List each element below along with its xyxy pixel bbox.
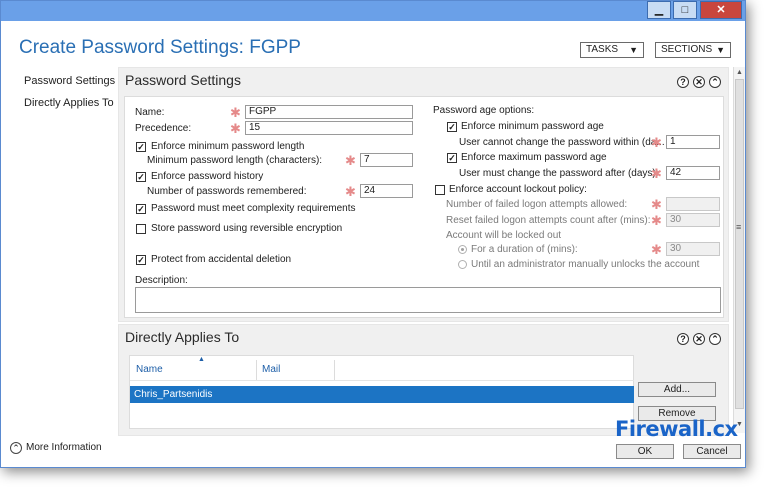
enforce-min-length-checkbox[interactable]: ✓ bbox=[136, 142, 146, 152]
chevron-down-icon: ▼ bbox=[716, 45, 725, 55]
required-icon: ✱ bbox=[345, 153, 356, 168]
column-divider bbox=[334, 360, 335, 380]
sidebar-item-password-settings[interactable]: Password Settings bbox=[24, 75, 115, 87]
close-icon: ✕ bbox=[716, 4, 726, 16]
header-divider bbox=[130, 380, 634, 381]
failed-attempts-field[interactable] bbox=[666, 197, 720, 211]
required-icon: ✱ bbox=[651, 166, 662, 181]
precedence-label: Precedence: bbox=[135, 123, 192, 134]
enforce-min-age-checkbox[interactable]: ✓ bbox=[447, 122, 457, 132]
complexity-label: Password must meet complexity requiremen… bbox=[151, 203, 356, 214]
duration-label: For a duration of (mins): bbox=[471, 244, 578, 255]
enforce-max-age-checkbox[interactable]: ✓ bbox=[447, 153, 457, 163]
description-label: Description: bbox=[135, 275, 188, 286]
section-title: Password Settings bbox=[125, 72, 241, 88]
scroll-up-icon[interactable]: ▲ bbox=[736, 69, 743, 76]
reversible-encryption-label: Store password using reversible encrypti… bbox=[151, 223, 343, 234]
firewall-cx-watermark: Firewall.cx bbox=[615, 417, 738, 441]
description-field[interactable] bbox=[135, 287, 721, 313]
tasks-label: TASKS bbox=[586, 44, 619, 55]
protect-deletion-label: Protect from accidental deletion bbox=[151, 254, 292, 265]
row-name: Chris_Partsenidis bbox=[134, 389, 213, 400]
header: Create Password Settings: FGPP TASKS ▼ S… bbox=[1, 21, 745, 67]
sort-ascending-icon: ▲ bbox=[198, 356, 205, 363]
applies-to-table: ▲ Name Mail Chris_Partsenidis bbox=[129, 355, 634, 429]
age-options-label: Password age options: bbox=[433, 105, 535, 116]
duration-field[interactable]: 30 bbox=[666, 242, 720, 256]
more-information-link[interactable]: More Information bbox=[26, 442, 102, 453]
page-title: Create Password Settings: FGPP bbox=[19, 37, 301, 58]
sidebar-item-directly-applies-to[interactable]: Directly Applies To bbox=[24, 97, 114, 109]
scroll-grip-icon: ≡ bbox=[736, 222, 742, 232]
enforce-max-age-label: Enforce maximum password age bbox=[461, 152, 607, 163]
reset-after-label: Reset failed logon attempts count after … bbox=[446, 215, 651, 226]
footer: ⌃ More Information OK Cancel bbox=[1, 439, 745, 467]
required-icon: ✱ bbox=[230, 105, 241, 120]
enforce-min-length-label: Enforce minimum password length bbox=[151, 141, 305, 152]
lockout-label: Enforce account lockout policy: bbox=[449, 184, 587, 195]
min-length-field[interactable]: 7 bbox=[360, 153, 413, 167]
minimize-button[interactable]: ▁ bbox=[647, 1, 671, 19]
title-bar[interactable]: ▁ □ ✕ bbox=[1, 1, 745, 21]
help-icon[interactable]: ? bbox=[677, 76, 689, 88]
chevron-down-icon: ▼ bbox=[629, 45, 638, 55]
min-length-label: Minimum password length (characters): bbox=[147, 155, 323, 166]
password-settings-body: Name: ✱ FGPP Precedence: ✱ 15 ✓ Enforce … bbox=[124, 96, 724, 318]
minimize-icon: ▁ bbox=[654, 4, 664, 16]
ok-button[interactable]: OK bbox=[616, 444, 674, 459]
enforce-history-checkbox[interactable]: ✓ bbox=[136, 172, 146, 182]
history-field[interactable]: 24 bbox=[360, 184, 413, 198]
sections-button[interactable]: SECTIONS ▼ bbox=[655, 42, 731, 58]
required-icon: ✱ bbox=[651, 242, 662, 257]
name-field[interactable]: FGPP bbox=[245, 105, 413, 119]
sidebar: Password Settings Directly Applies To bbox=[1, 67, 117, 439]
section-title: Directly Applies To bbox=[125, 329, 240, 345]
precedence-field[interactable]: 15 bbox=[245, 121, 413, 135]
complexity-checkbox[interactable]: ✓ bbox=[136, 204, 146, 214]
max-age-label: User must change the password after (day… bbox=[459, 168, 659, 179]
required-icon: ✱ bbox=[651, 197, 662, 212]
column-divider bbox=[256, 360, 257, 380]
maximize-icon: □ bbox=[681, 4, 689, 16]
failed-attempts-label: Number of failed logon attempts allowed: bbox=[446, 199, 628, 210]
close-window-button[interactable]: ✕ bbox=[700, 1, 742, 19]
collapse-icon[interactable]: ⌃ bbox=[709, 333, 721, 345]
close-section-icon[interactable]: ✕ bbox=[693, 76, 705, 88]
protect-deletion-checkbox[interactable]: ✓ bbox=[136, 255, 146, 265]
min-age-field[interactable]: 1 bbox=[666, 135, 720, 149]
reversible-encryption-checkbox[interactable] bbox=[136, 224, 146, 234]
cancel-button[interactable]: Cancel bbox=[683, 444, 741, 459]
column-header-mail[interactable]: Mail bbox=[262, 364, 280, 375]
collapse-icon[interactable]: ⌃ bbox=[709, 76, 721, 88]
max-age-field[interactable]: 42 bbox=[666, 166, 720, 180]
vertical-scrollbar[interactable]: ▲ ≡ ▼ bbox=[733, 67, 745, 433]
required-icon: ✱ bbox=[651, 135, 662, 150]
scroll-thumb[interactable]: ≡ bbox=[735, 79, 744, 409]
history-label: Number of passwords remembered: bbox=[147, 186, 307, 197]
table-row[interactable]: Chris_Partsenidis bbox=[130, 386, 634, 403]
password-settings-section: Password Settings ? ✕ ⌃ Name: ✱ FGPP Pre… bbox=[118, 67, 729, 322]
manual-unlock-label: Until an administrator manually unlocks … bbox=[471, 259, 700, 270]
close-section-icon[interactable]: ✕ bbox=[693, 333, 705, 345]
help-icon[interactable]: ? bbox=[677, 333, 689, 345]
manual-unlock-radio[interactable] bbox=[458, 260, 467, 269]
required-icon: ✱ bbox=[651, 213, 662, 228]
column-header-name[interactable]: Name bbox=[136, 364, 163, 375]
lockout-checkbox[interactable] bbox=[435, 185, 445, 195]
maximize-button[interactable]: □ bbox=[673, 1, 697, 19]
duration-radio[interactable] bbox=[458, 245, 467, 254]
locked-out-label: Account will be locked out bbox=[446, 230, 562, 241]
enforce-history-label: Enforce password history bbox=[151, 171, 264, 182]
add-button[interactable]: Add... bbox=[638, 382, 716, 397]
tasks-button[interactable]: TASKS ▼ bbox=[580, 42, 644, 58]
sections-label: SECTIONS bbox=[661, 44, 713, 55]
name-label: Name: bbox=[135, 107, 165, 118]
min-age-label: User cannot change the password within (… bbox=[459, 137, 665, 148]
reset-after-field[interactable]: 30 bbox=[666, 213, 720, 227]
required-icon: ✱ bbox=[230, 121, 241, 136]
enforce-min-age-label: Enforce minimum password age bbox=[461, 121, 604, 132]
expand-icon[interactable]: ⌃ bbox=[10, 442, 22, 454]
required-icon: ✱ bbox=[345, 184, 356, 199]
dialog-window: ▁ □ ✕ Create Password Settings: FGPP TAS… bbox=[0, 0, 746, 468]
